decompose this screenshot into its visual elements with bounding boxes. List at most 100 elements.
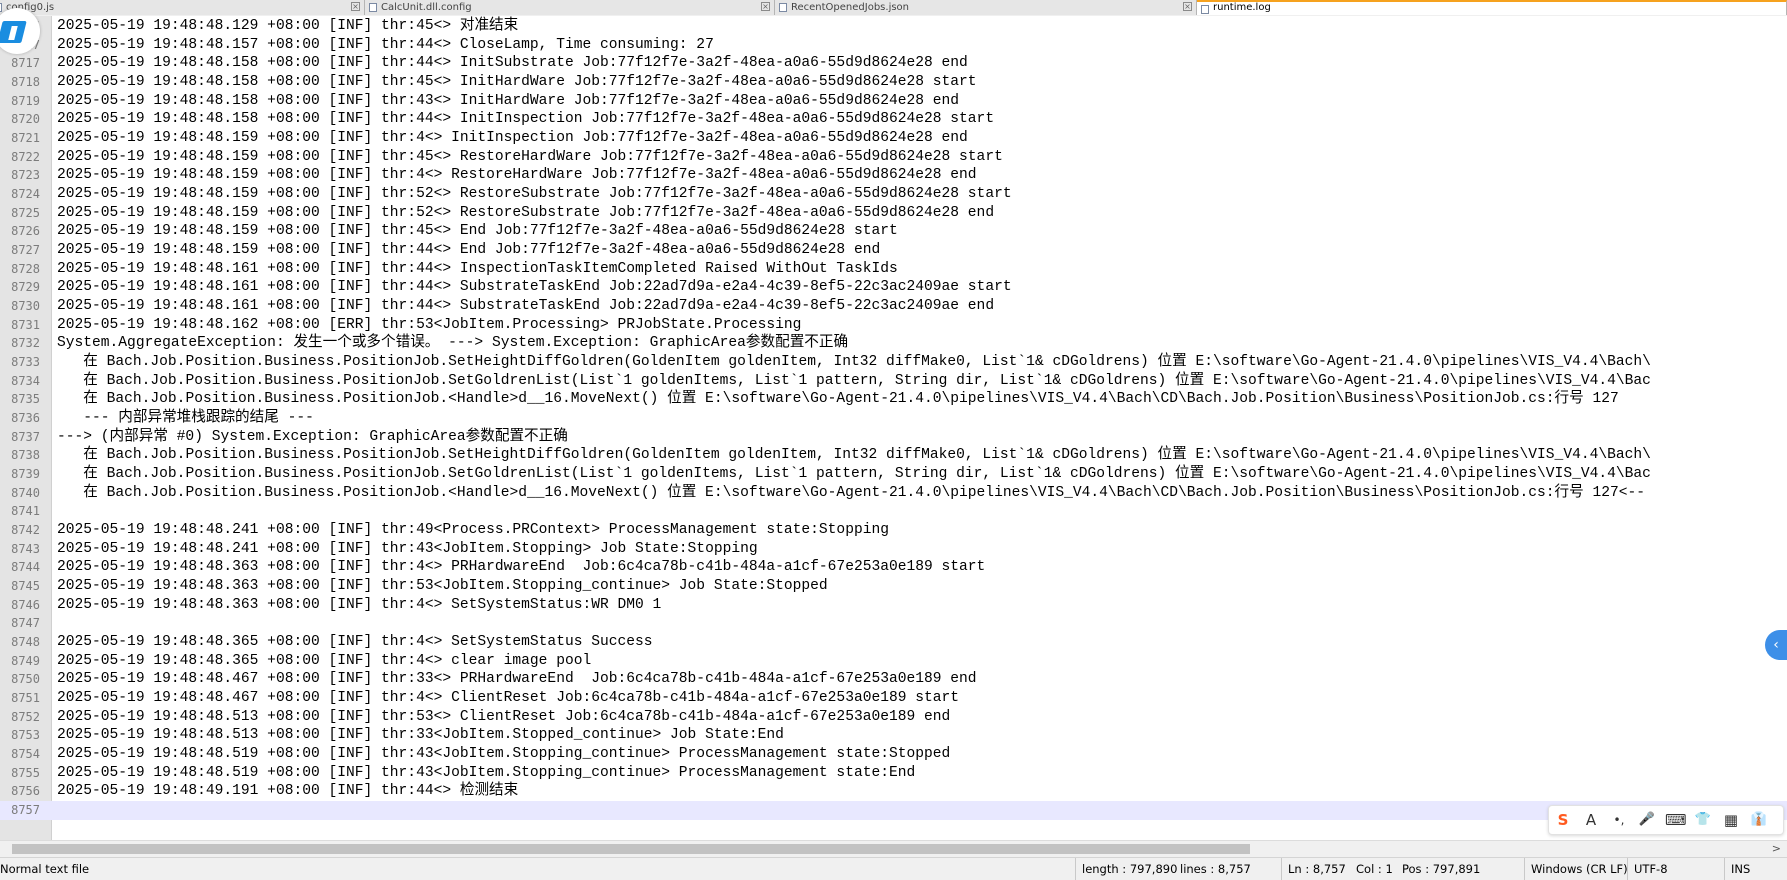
line-number: 8753 [11,728,40,743]
editor-line[interactable]: 8734 在 Bach.Job.Position.Business.Positi… [0,372,1787,391]
editor-line[interactable]: 8736 --- 内部异常堆栈跟踪的结尾 --- [0,409,1787,428]
line-text: --- 内部异常堆栈跟踪的结尾 --- [57,410,314,427]
close-icon[interactable]: × [351,2,360,11]
line-number: 8727 [11,243,40,258]
toolbox-icon[interactable]: ▦ [1721,810,1741,830]
editor-line[interactable]: 8720 2025-05-19 19:48:48.158 +08:00 [INF]… [0,110,1787,129]
editor-line[interactable]: 8722 2025-05-19 19:48:48.159 +08:00 [INF]… [0,148,1787,167]
editor-line[interactable]: 8719 2025-05-19 19:48:48.158 +08:00 [INF]… [0,92,1787,111]
editor-line[interactable]: 8738 在 Bach.Job.Position.Business.Positi… [0,446,1787,465]
line-text: 2025-05-19 19:48:48.241 +08:00 [INF] thr… [57,522,889,539]
side-panel-handle-icon[interactable]: ‹ [1765,630,1787,660]
editor-line[interactable]: 8755 2025-05-19 19:48:48.519 +08:00 [INF]… [0,764,1787,783]
editor-line[interactable]: 87172025-05-19 19:48:48.157 +08:00 [INF]… [0,36,1787,55]
microphone-icon[interactable]: 🎤 [1637,810,1657,830]
editor-line[interactable]: 8756 2025-05-19 19:48:49.191 +08:00 [INF]… [0,782,1787,801]
horizontal-scrollbar[interactable]: > [0,840,1787,857]
line-text: 在 Bach.Job.Position.Business.PositionJob… [57,447,1651,464]
editor-line[interactable]: 8731 2025-05-19 19:48:48.162 +08:00 [ERR]… [0,316,1787,335]
status-pos: Pos : 797,891 [1402,862,1481,876]
editor-line[interactable]: 8740 在 Bach.Job.Position.Business.Positi… [0,484,1787,503]
line-number: 8728 [11,261,40,276]
keyboard-icon[interactable]: ⌨ [1665,810,1687,830]
font-icon[interactable]: A [1581,810,1601,830]
editor-line[interactable]: 8718 2025-05-19 19:48:48.158 +08:00 [INF]… [0,73,1787,92]
editor-line[interactable]: 8741 [0,502,1787,521]
editor-line[interactable]: 8717 2025-05-19 19:48:48.158 +08:00 [INF]… [0,54,1787,73]
tab-config0-js[interactable]: config0.js × [0,0,365,15]
editor-line[interactable]: 8739 在 Bach.Job.Position.Business.Positi… [0,465,1787,484]
editor-line[interactable]: 8743 2025-05-19 19:48:48.241 +08:00 [INF]… [0,540,1787,559]
editor-line[interactable]: 8757 [0,801,1787,820]
editor-line[interactable]: 8754 2025-05-19 19:48:48.519 +08:00 [INF]… [0,745,1787,764]
line-text: 在 Bach.Job.Position.Business.PositionJob… [57,391,1619,408]
close-icon[interactable]: × [1183,2,1192,11]
editor-line[interactable]: 8735 在 Bach.Job.Position.Business.Positi… [0,390,1787,409]
sogou-logo-icon[interactable]: S [1553,810,1573,830]
line-number: 8718 [11,75,40,89]
editor-line[interactable]: 8744 2025-05-19 19:48:48.363 +08:00 [INF]… [0,558,1787,577]
editor-line[interactable]: 8753 2025-05-19 19:48:48.513 +08:00 [INF]… [0,726,1787,745]
editor-line[interactable]: 8749 2025-05-19 19:48:48.365 +08:00 [INF]… [0,652,1787,671]
tab-calcunit-config[interactable]: CalcUnit.dll.config × [365,0,775,15]
text-editor[interactable]: 87162025-05-19 19:48:48.129 +08:00 [INF]… [0,16,1787,840]
line-number: 8726 [11,224,40,239]
tab-label: runtime.log [1213,2,1271,13]
line-number: 8743 [11,541,40,556]
editor-line[interactable]: 8750 2025-05-19 19:48:48.467 +08:00 [INF]… [0,670,1787,689]
editor-line[interactable]: 8727 2025-05-19 19:48:48.159 +08:00 [INF]… [0,241,1787,260]
line-text: 2025-05-19 19:48:48.513 +08:00 [INF] thr… [57,727,784,744]
editor-line[interactable]: 8726 2025-05-19 19:48:48.159 +08:00 [INF]… [0,222,1787,241]
line-number: 8744 [11,560,40,575]
editor-line[interactable]: 8730 2025-05-19 19:48:48.161 +08:00 [INF]… [0,297,1787,316]
status-insert-mode[interactable]: INS [1724,858,1750,880]
editor-line[interactable]: 8751 2025-05-19 19:48:48.467 +08:00 [INF]… [0,689,1787,708]
editor-line[interactable]: 8723 2025-05-19 19:48:48.159 +08:00 [INF]… [0,166,1787,185]
status-lines: lines : 8,757 [1180,862,1251,876]
status-eol[interactable]: Windows (CR LF) [1524,858,1628,880]
line-text: 2025-05-19 19:48:48.241 +08:00 [INF] thr… [57,540,758,557]
skin-icon[interactable]: 👕 [1693,810,1713,830]
scroll-right-arrow-icon[interactable]: > [1772,842,1781,856]
line-text: 2025-05-19 19:48:48.157 +08:00 [INF] thr… [57,36,714,53]
line-text: 2025-05-19 19:48:48.158 +08:00 [INF] thr… [57,92,960,109]
editor-line[interactable]: 8725 2025-05-19 19:48:48.159 +08:00 [INF]… [0,204,1787,223]
line-text: 2025-05-19 19:48:48.467 +08:00 [INF] thr… [57,690,960,707]
line-number: 8741 [11,504,40,519]
line-number: 8724 [11,187,40,202]
editor-line[interactable]: 8733 在 Bach.Job.Position.Business.Positi… [0,353,1787,372]
editor-line[interactable]: 8724 2025-05-19 19:48:48.159 +08:00 [INF]… [0,185,1787,204]
close-icon[interactable]: × [761,2,770,11]
editor-line[interactable]: 8745 2025-05-19 19:48:48.363 +08:00 [INF]… [0,577,1787,596]
line-text: 2025-05-19 19:48:48.363 +08:00 [INF] thr… [57,596,662,613]
line-number: 8740 [11,485,40,500]
editor-line[interactable]: 8742 2025-05-19 19:48:48.241 +08:00 [INF]… [0,521,1787,540]
line-number: 8754 [11,747,40,762]
editor-line[interactable]: 8729 2025-05-19 19:48:48.161 +08:00 [INF]… [0,278,1787,297]
line-number: 8749 [11,653,40,668]
tab-recent-opened-jobs[interactable]: RecentOpenedJobs.json × [775,0,1197,15]
line-number: 8736 [11,411,40,426]
editor-line[interactable]: 87162025-05-19 19:48:48.129 +08:00 [INF]… [0,17,1787,36]
line-number: 8717 [11,56,40,71]
editor-line[interactable]: 8732 System.AggregateException: 发生一个或多个错误… [0,334,1787,353]
line-number: 8723 [11,168,40,183]
editor-line[interactable]: 8748 2025-05-19 19:48:48.365 +08:00 [INF]… [0,633,1787,652]
editor-line[interactable]: 8728 2025-05-19 19:48:48.161 +08:00 [INF]… [0,260,1787,279]
line-number: 8721 [11,131,40,146]
tab-runtime-log[interactable]: runtime.log [1197,0,1787,15]
punctuation-icon[interactable]: •, [1609,810,1629,830]
editor-line[interactable]: 8737 ---> (内部异常 #0) System.Exception: Gra… [0,428,1787,447]
editor-line[interactable]: 8747 [0,614,1787,633]
line-text: System.AggregateException: 发生一个或多个错误。 --… [57,335,849,352]
line-text: 2025-05-19 19:48:48.159 +08:00 [INF] thr… [57,186,1012,203]
line-text: 2025-05-19 19:48:48.159 +08:00 [INF] thr… [57,204,995,221]
more-icon[interactable]: 👔 [1749,810,1769,830]
status-encoding[interactable]: UTF-8 [1627,858,1668,880]
editor-line[interactable]: 8746 2025-05-19 19:48:48.363 +08:00 [INF]… [0,596,1787,615]
scrollbar-thumb[interactable] [12,844,1250,854]
editor-line[interactable]: 8752 2025-05-19 19:48:48.513 +08:00 [INF]… [0,708,1787,727]
tab-label: CalcUnit.dll.config [381,2,472,13]
editor-line[interactable]: 8721 2025-05-19 19:48:48.159 +08:00 [INF]… [0,129,1787,148]
line-number: 8739 [11,467,40,482]
